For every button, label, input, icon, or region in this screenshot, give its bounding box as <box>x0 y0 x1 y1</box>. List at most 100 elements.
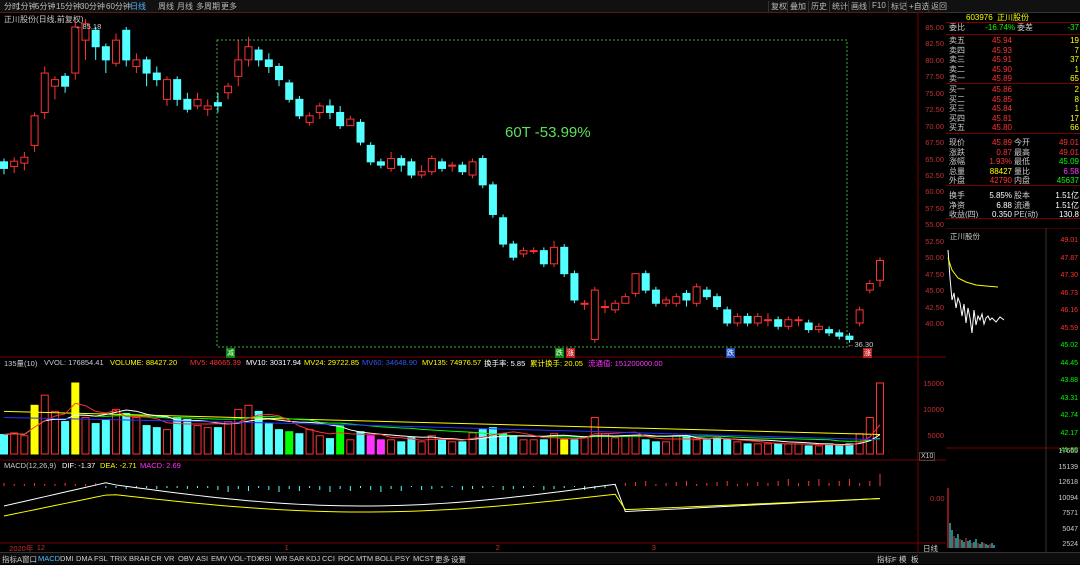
bottom-right-button-2[interactable]: 板 <box>911 554 919 565</box>
mini-volume-tick: 10094 <box>1058 494 1078 502</box>
period-tab-1[interactable]: 1分钟 <box>16 1 36 12</box>
candle-body <box>20 156 29 164</box>
quote-cell: 0.87 <box>996 147 1012 157</box>
candle-body <box>448 164 457 167</box>
indicator-tab-16[interactable]: SAR <box>289 554 304 563</box>
indicator-tab-5[interactable]: FSL <box>94 554 108 563</box>
indicator-tab-14[interactable]: RSI <box>259 554 272 563</box>
indicator-tab-4[interactable]: DMA <box>76 554 93 563</box>
indicator-tab-12[interactable]: EMV <box>211 554 227 563</box>
indicator-tab-7[interactable]: BRAR <box>129 554 150 563</box>
period-tab-3[interactable]: 15分钟 <box>56 1 81 12</box>
period-tab-4[interactable]: 30分钟 <box>80 1 105 12</box>
drawdown-annotation[interactable]: 60T -53.99% <box>505 124 591 141</box>
indicator-tab-11[interactable]: ASI <box>196 554 208 563</box>
indicator-tab-13[interactable]: VOL-TDX <box>229 554 262 563</box>
quote-cell: 2 <box>1074 85 1079 94</box>
volume-bar <box>325 438 334 455</box>
volume-bar <box>509 435 518 455</box>
quote-panel: 603976 正川股份 委比 -16.74% 委差 -37 卖五 45.94 19 卖四 45.93… <box>946 13 1080 245</box>
mini-price-tick: 49.01 <box>1060 237 1078 244</box>
quote-cell: 88427 <box>989 166 1012 176</box>
toolbar-button-8[interactable]: 返回 <box>928 1 949 12</box>
price-tick: 52.50 <box>925 236 944 246</box>
indicator-tab-19[interactable]: ROC <box>338 554 355 563</box>
toolbar-button-3[interactable]: 统计 <box>829 1 850 12</box>
volume-bar <box>132 416 141 455</box>
period-tab-10[interactable]: 更多 <box>221 1 237 12</box>
indicator-tab-25[interactable]: 设置 <box>451 554 466 565</box>
indicator-tab-21[interactable]: BOLL <box>375 554 394 563</box>
volume-tick: 5000 <box>927 431 944 440</box>
volume-axis: 15000 10000 5000 <box>918 368 946 458</box>
period-tab-2[interactable]: 5分钟 <box>35 1 55 12</box>
period-tab-6[interactable]: 日线 <box>130 1 146 12</box>
volume-bar <box>458 441 467 455</box>
candle-body <box>499 217 508 245</box>
volume-bar <box>10 432 19 455</box>
volume-bar <box>631 435 640 455</box>
toolbar-button-2[interactable]: 历史 <box>808 1 829 12</box>
quote-stat-row: 总量 88427 量比 6.58 <box>946 167 1080 177</box>
period-tab-7[interactable]: 周线 <box>158 1 174 12</box>
indicator-tab-2[interactable]: MACD <box>38 554 60 563</box>
toolbar-button-4[interactable]: 画线 <box>848 1 869 12</box>
indicator-tab-10[interactable]: OBV <box>178 554 194 563</box>
candle-body <box>387 158 396 169</box>
indicator-tab-6[interactable]: TRIX <box>110 554 127 563</box>
period-tab-5[interactable]: 60分钟 <box>106 1 131 12</box>
indicator-tab-23[interactable]: MCST <box>413 554 434 563</box>
quote-cell: 45.91 <box>991 55 1012 64</box>
price-tick: 75.00 <box>925 88 944 98</box>
period-tab-8[interactable]: 月线 <box>177 1 193 12</box>
candle-body <box>763 319 772 322</box>
quote-cell: 1.51亿 <box>1055 191 1079 200</box>
mini-volume-tick: 17665 <box>1058 448 1078 455</box>
volume-bar <box>539 439 548 455</box>
volume-bar <box>488 427 497 455</box>
candle-body <box>814 325 823 331</box>
event-marker-4[interactable]: 跌 <box>726 348 735 358</box>
event-marker-5[interactable]: 涨 <box>863 348 872 358</box>
indicator-tab-15[interactable]: WR <box>275 554 288 563</box>
selection-range-box <box>216 39 848 348</box>
date-tick: 3 <box>651 543 656 552</box>
indicator-tab-9[interactable]: VR <box>164 554 174 563</box>
quote-stat-row: 涨幅 1.93% 最低 45.09 <box>946 157 1080 167</box>
date-axis: 2020年 12 1 2 3 <box>0 543 918 553</box>
indicator-tab-18[interactable]: CCI <box>322 554 335 563</box>
indicator-tab-24[interactable]: 更多 <box>435 554 450 565</box>
volume-bar <box>285 431 294 455</box>
indicator-tab-1[interactable]: 窗口 <box>22 554 37 565</box>
volume-bar <box>407 437 416 455</box>
event-marker-3[interactable]: 涨 <box>566 348 575 358</box>
mini-price-tick: 46.16 <box>1060 307 1078 314</box>
indicator-tab-3[interactable]: DMI <box>60 554 74 563</box>
volume-bar <box>427 435 436 455</box>
volume-bar <box>794 443 803 455</box>
candle-body <box>213 102 222 107</box>
volume-bar <box>305 429 314 455</box>
mini-volume-tick: 2524 <box>1062 541 1078 548</box>
indicator-tab-0[interactable]: 指标A <box>2 554 22 565</box>
quote-cell: -16.74% <box>985 23 1015 32</box>
event-marker-1[interactable]: 减 <box>226 348 235 358</box>
indicator-tab-22[interactable]: PSY <box>395 554 410 563</box>
candle-body <box>488 184 497 215</box>
quote-cell: -37 <box>1067 23 1079 32</box>
event-marker-2[interactable]: 跌 <box>555 348 564 358</box>
period-tab-9[interactable]: 多周期 <box>196 1 220 12</box>
toolbar-button-1[interactable]: 叠加 <box>787 1 808 12</box>
indicator-tab-17[interactable]: KDJ <box>306 554 320 563</box>
quote-stat-row: 现价 45.89 今开 49.01 <box>946 138 1080 148</box>
kline-chart-area[interactable] <box>0 12 946 552</box>
candle-body <box>407 161 416 176</box>
indicator-tab-8[interactable]: CR <box>151 554 162 563</box>
indicator-tab-20[interactable]: MTM <box>356 554 373 563</box>
candle-body <box>0 161 8 169</box>
bottom-right-button-0[interactable]: 指标F <box>877 554 897 565</box>
toolbar-button-5[interactable]: F10 <box>869 1 888 10</box>
bottom-right-button-1[interactable]: 模 <box>899 554 907 565</box>
toolbar-button-0[interactable]: 复权 <box>768 1 789 12</box>
quote-cell: 卖二 <box>949 64 965 74</box>
